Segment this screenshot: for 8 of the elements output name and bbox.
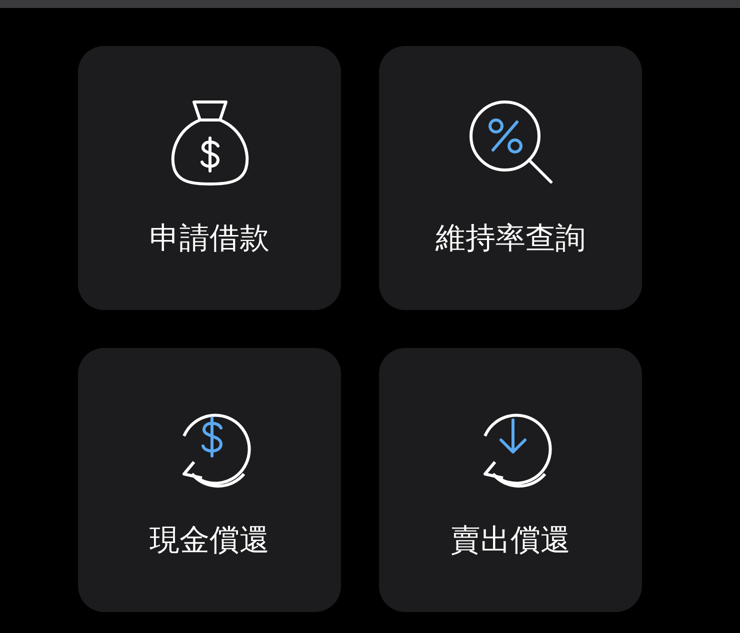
menu-tile[interactable]: 現金償還 [78,348,341,612]
tile-label: 申請借款 [150,224,270,254]
menu-tile[interactable]: 賣出償還 [379,348,642,612]
menu-tile[interactable]: 維持率查詢 [379,46,642,310]
menu-tile[interactable]: 申請借款 [78,46,341,310]
tile-label: 維持率查詢 [436,224,586,254]
tile-label: 賣出償還 [450,526,570,556]
tile-label: 現金償還 [150,526,270,556]
